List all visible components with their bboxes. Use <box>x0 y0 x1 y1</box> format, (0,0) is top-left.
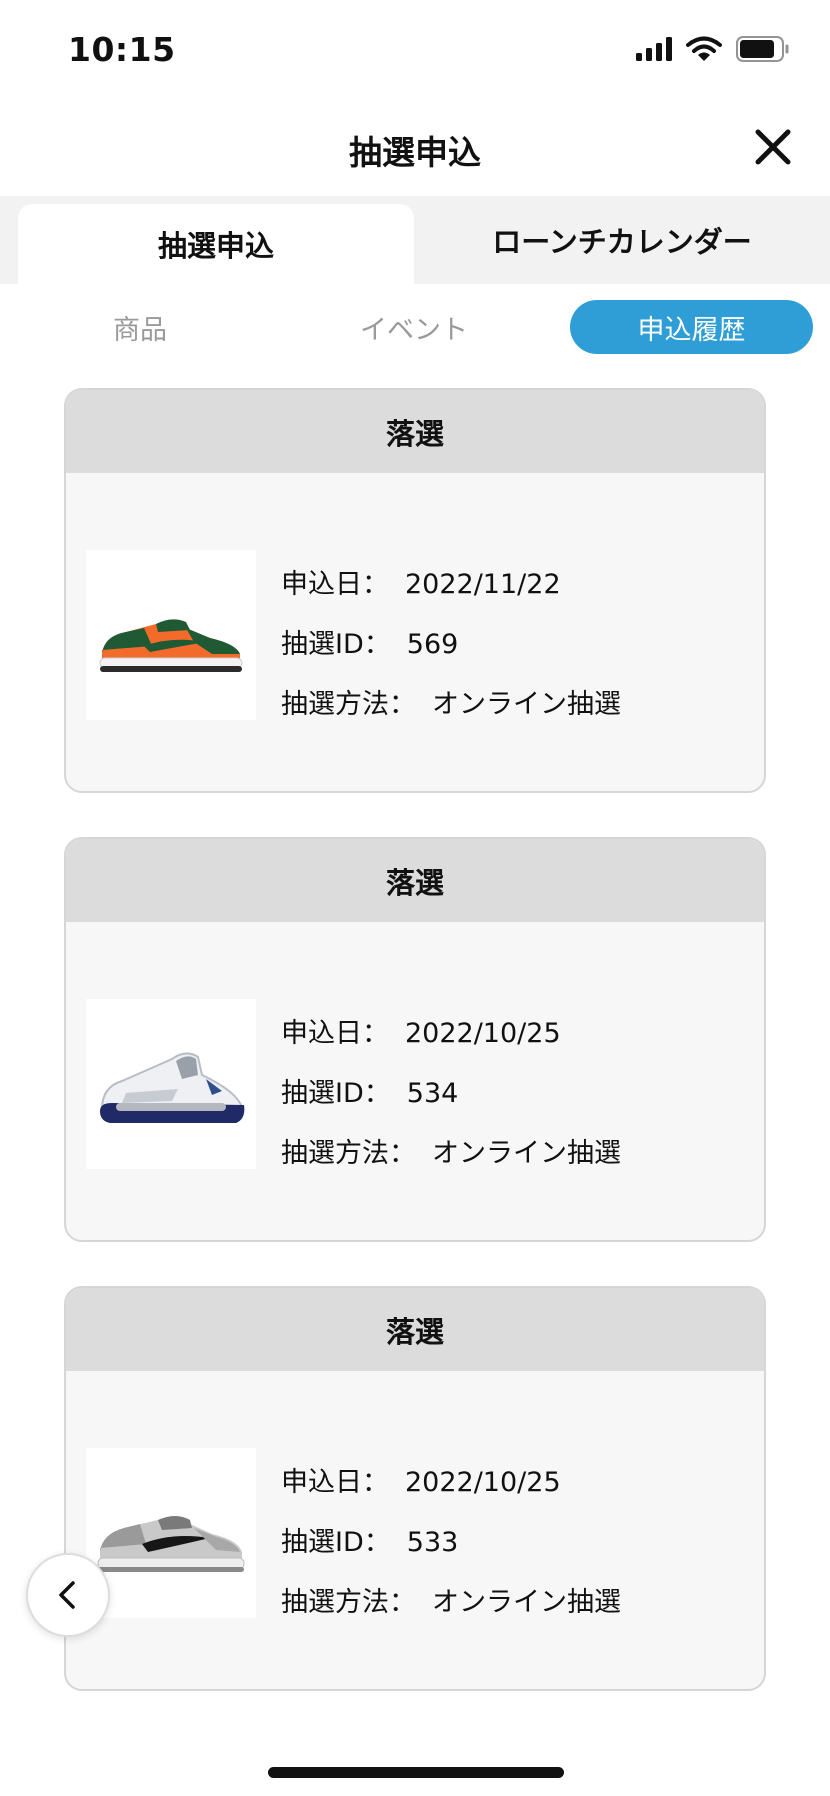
sneaker-grey-black-icon <box>97 1516 245 1572</box>
entry-method-row: 抽選方法： オンライン抽選 <box>281 1124 621 1184</box>
entry-date-row: 申込日： 2022/10/25 <box>281 1004 621 1064</box>
entry-card[interactable]: 落選 申込日： 2022/10/25 抽選ID： 534 抽選方法： オンライン… <box>64 837 766 1242</box>
entry-date-label: 申込日： <box>281 1018 389 1049</box>
sneaker-white-navy-icon <box>100 1052 245 1123</box>
entry-date-row: 申込日： 2022/11/22 <box>281 555 621 615</box>
home-indicator <box>268 1767 564 1778</box>
entry-method-value: オンライン抽選 <box>432 1587 621 1618</box>
entry-date-label: 申込日： <box>281 569 389 600</box>
entry-id-row: 抽選ID： 569 <box>281 615 621 675</box>
entry-date-value: 2022/10/25 <box>405 1467 561 1498</box>
header: 抽選申込 <box>0 100 830 196</box>
sub-tabs: 商品 イベント 申込履歴 <box>0 300 830 354</box>
close-icon <box>755 129 791 165</box>
entry-card[interactable]: 落選 申込日： 2022/11/22 抽選ID： 569 抽選方法： オンライン… <box>64 388 766 793</box>
subtab-events[interactable]: イベント <box>334 300 494 354</box>
tab-launch-calendar[interactable]: ローンチカレンダー <box>414 196 830 284</box>
entry-info: 申込日： 2022/10/25 抽選ID： 533 抽選方法： オンライン抽選 <box>281 1453 621 1633</box>
entry-method-row: 抽選方法： オンライン抽選 <box>281 675 621 735</box>
signal-icon <box>636 37 672 61</box>
entry-date-value: 2022/10/25 <box>405 1018 561 1049</box>
status-time: 10:15 <box>68 30 176 69</box>
product-thumbnail <box>86 999 256 1169</box>
entry-id-label: 抽選ID： <box>281 1527 391 1558</box>
entry-id-value: 569 <box>406 629 459 660</box>
entry-status: 落選 <box>66 1288 764 1371</box>
entry-method-label: 抽選方法： <box>281 689 416 720</box>
entry-date-row: 申込日： 2022/10/25 <box>281 1453 621 1513</box>
entry-card[interactable]: 落選 申込日： 2022/10/25 抽選ID： 533 抽選方法： オンライン… <box>64 1286 766 1691</box>
entry-info: 申込日： 2022/10/25 抽選ID： 534 抽選方法： オンライン抽選 <box>281 1004 621 1184</box>
entry-date-value: 2022/11/22 <box>405 569 561 600</box>
entry-id-row: 抽選ID： 534 <box>281 1064 621 1124</box>
back-button[interactable] <box>26 1553 110 1637</box>
close-button[interactable] <box>748 122 798 172</box>
entry-method-value: オンライン抽選 <box>432 1138 621 1169</box>
entry-id-label: 抽選ID： <box>281 1078 391 1109</box>
entry-method-value: オンライン抽選 <box>432 689 621 720</box>
sneaker-orange-green-icon <box>99 619 243 672</box>
battery-icon <box>736 36 789 62</box>
entry-id-value: 534 <box>406 1078 459 1109</box>
entry-date-label: 申込日： <box>281 1467 389 1498</box>
entry-status: 落選 <box>66 390 764 473</box>
entry-method-label: 抽選方法： <box>281 1138 416 1169</box>
main-tabs: 抽選申込 ローンチカレンダー <box>0 196 830 284</box>
product-thumbnail <box>86 550 256 720</box>
entry-id-value: 533 <box>406 1527 459 1558</box>
subtab-products[interactable]: 商品 <box>60 300 220 354</box>
product-thumbnail <box>86 1448 256 1618</box>
status-bar: 10:15 <box>0 0 830 100</box>
entry-method-row: 抽選方法： オンライン抽選 <box>281 1573 621 1633</box>
entry-info: 申込日： 2022/11/22 抽選ID： 569 抽選方法： オンライン抽選 <box>281 555 621 735</box>
wifi-icon <box>686 36 722 61</box>
entry-id-label: 抽選ID： <box>281 629 391 660</box>
entry-method-label: 抽選方法： <box>281 1587 416 1618</box>
chevron-left-icon <box>59 1581 75 1609</box>
subtab-history[interactable]: 申込履歴 <box>570 300 813 354</box>
entry-status: 落選 <box>66 839 764 922</box>
status-icons <box>636 36 790 62</box>
tab-lottery-entry[interactable]: 抽選申込 <box>18 204 414 284</box>
page-title: 抽選申込 <box>349 133 481 172</box>
entry-id-row: 抽選ID： 533 <box>281 1513 621 1573</box>
